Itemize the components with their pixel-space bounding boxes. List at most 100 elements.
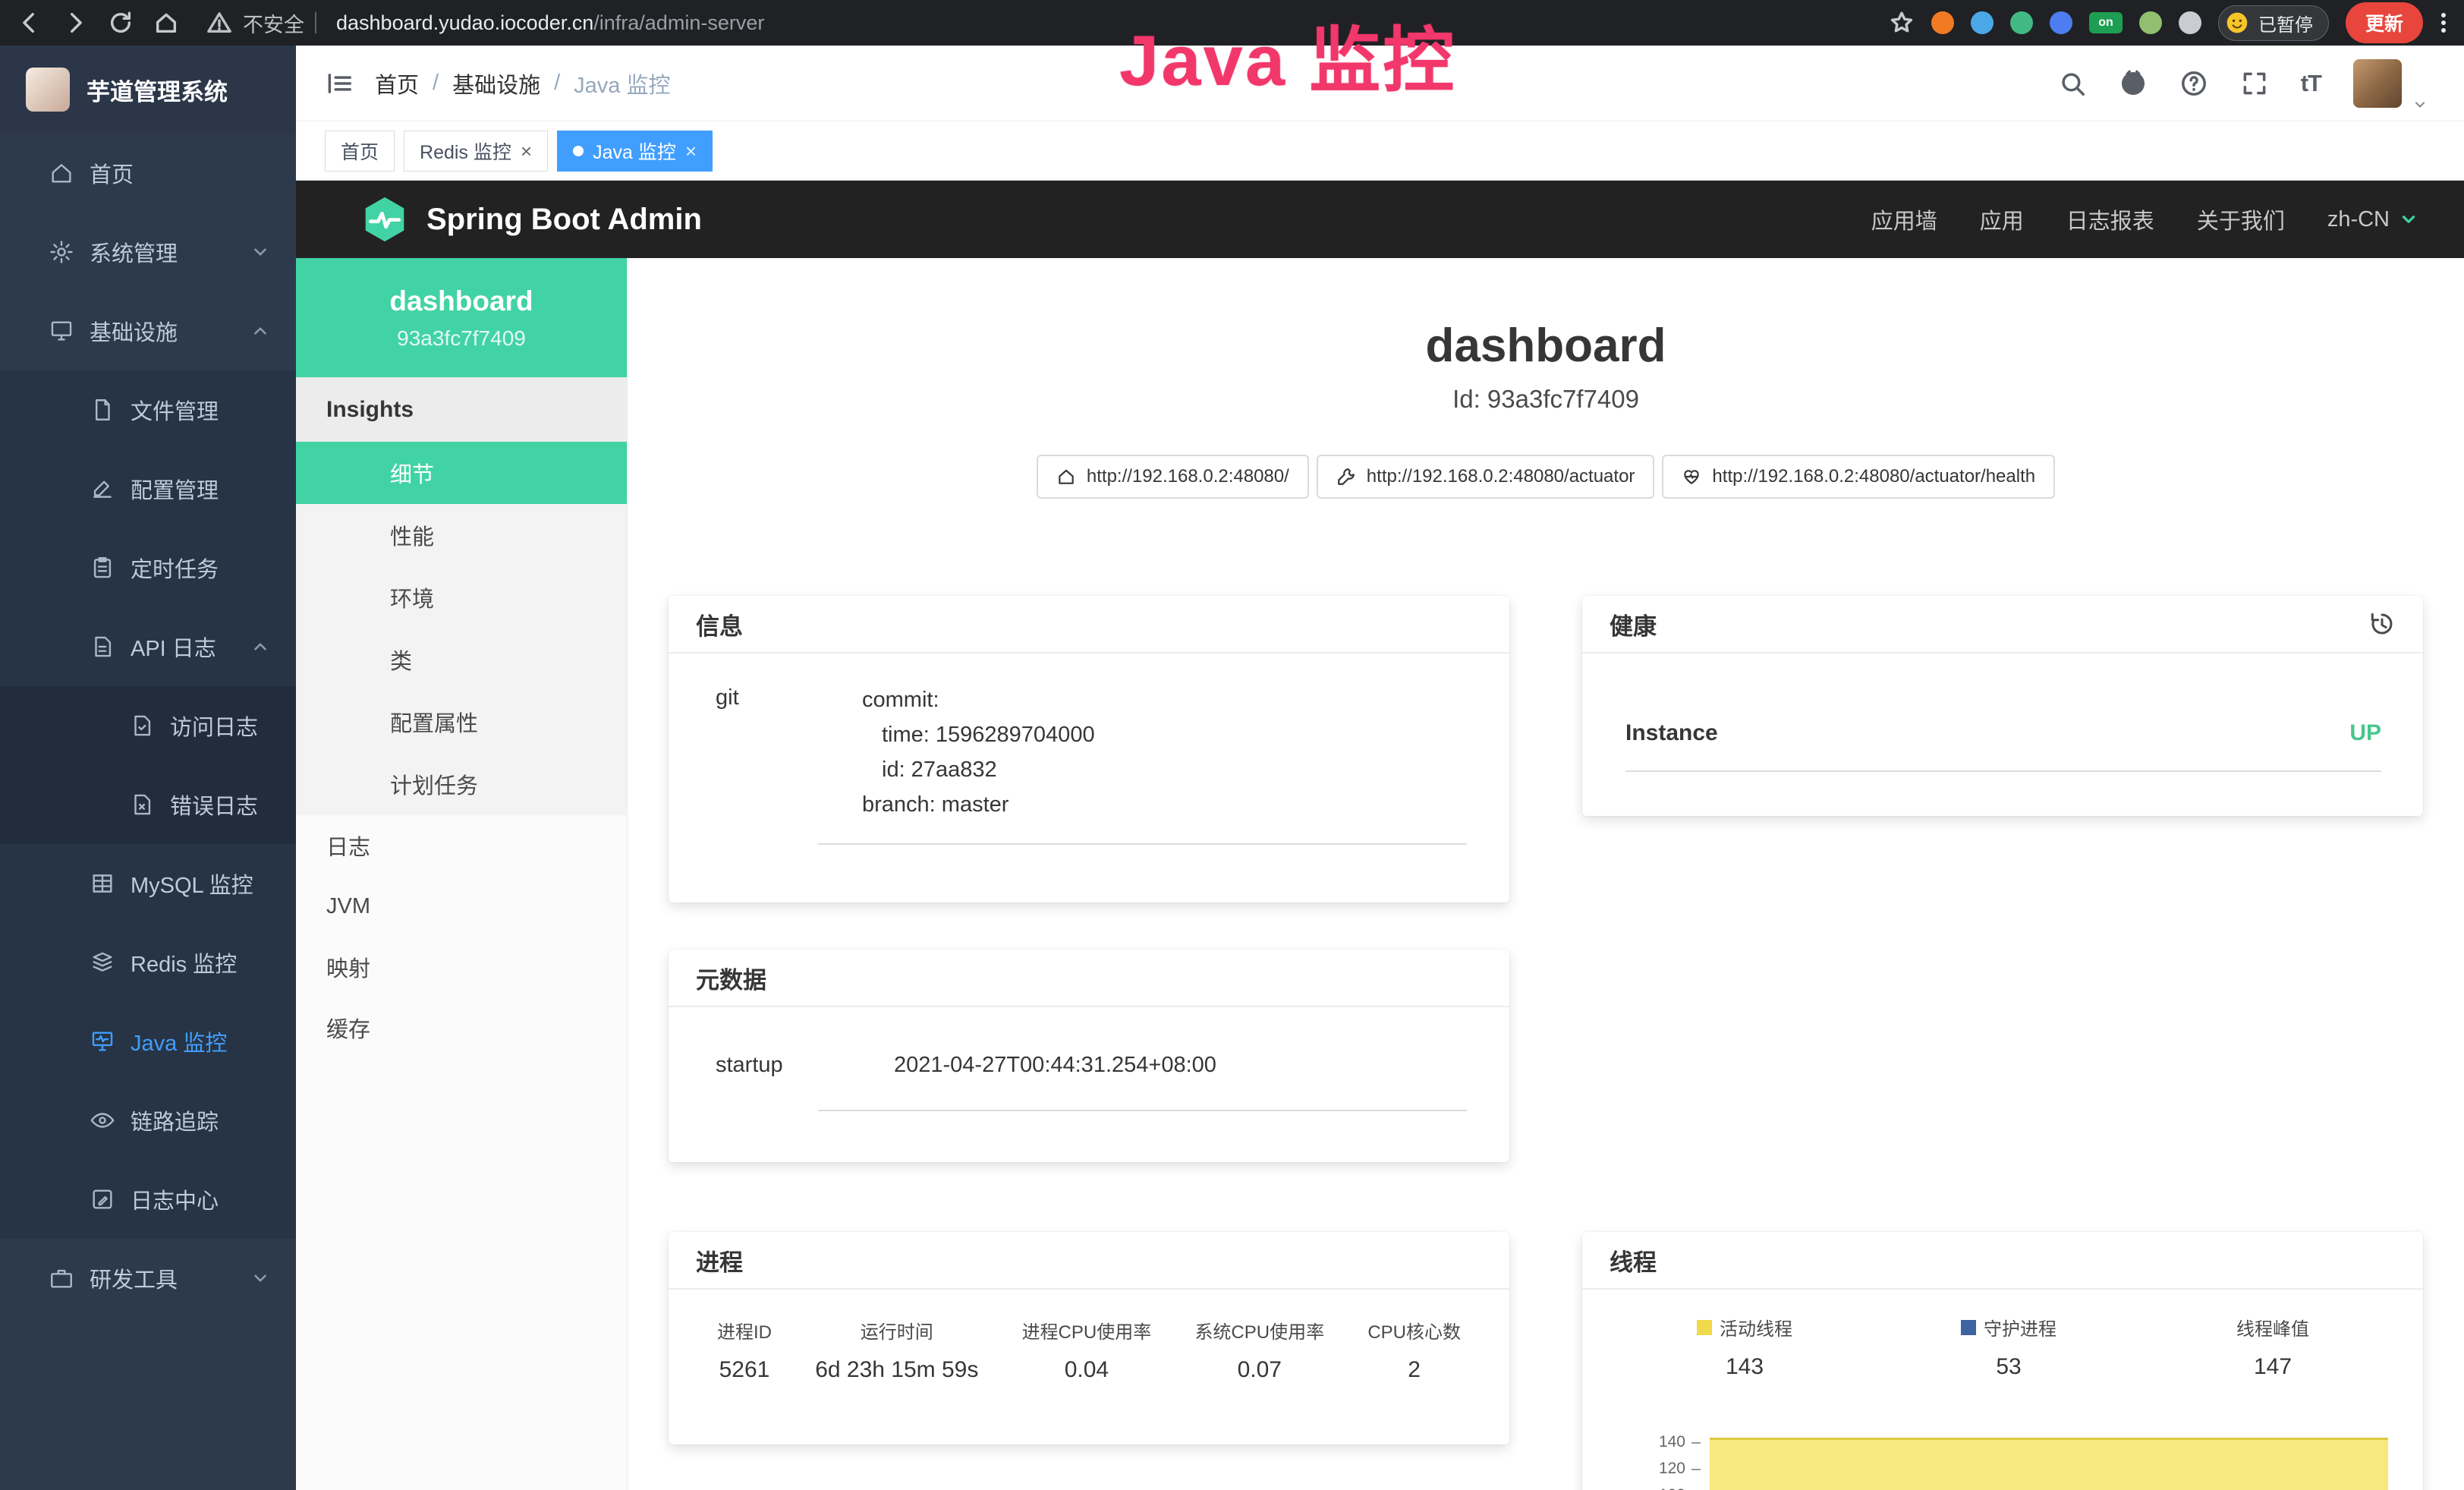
instance-menu-environment[interactable]: 环境 <box>296 566 627 628</box>
sidebar-item-mysql-monitor[interactable]: MySQL 监控 <box>0 844 296 923</box>
extension-on-badge-icon[interactable]: on <box>2089 12 2123 33</box>
instance-menu-config-props[interactable]: 配置属性 <box>296 691 627 753</box>
update-button[interactable]: 更新 <box>2346 2 2423 43</box>
extension-icon-2[interactable] <box>1971 11 1994 34</box>
legend-swatch-daemon <box>1961 1320 1976 1335</box>
sidebar-item-error-logs[interactable]: 错误日志 <box>0 765 296 844</box>
chevron-up-icon <box>250 637 270 657</box>
clipboard-icon <box>90 555 115 581</box>
instance-menu-caches[interactable]: 缓存 <box>296 997 627 1058</box>
sidebar-item-access-logs[interactable]: 访问日志 <box>0 686 296 765</box>
search-icon[interactable] <box>2058 69 2087 98</box>
instance-menu-scheduled-tasks[interactable]: 计划任务 <box>296 753 627 815</box>
security-indicator[interactable]: 不安全 <box>206 8 316 38</box>
eye-icon <box>90 1107 115 1133</box>
extension-icon-1[interactable] <box>1931 11 1954 34</box>
history-icon[interactable] <box>2368 610 2396 638</box>
browser-menu-kebab-icon[interactable] <box>2440 10 2447 36</box>
paused-badge[interactable]: 已暂停 <box>2218 5 2329 41</box>
url-path: /infra/admin-server <box>593 11 764 34</box>
back-icon[interactable] <box>17 10 42 36</box>
help-icon[interactable] <box>2179 69 2208 98</box>
extension-icon-6[interactable] <box>2179 11 2201 34</box>
instance-sidebar: dashboard 93a3fc7f7409 Insights 细节 性能 环境… <box>296 258 628 1490</box>
metadata-card: 元数据 startup 2021-04-27T00:44:31.254+08:0… <box>669 950 1509 1162</box>
info-row-label: git <box>716 682 818 845</box>
app-sidebar: 芋道管理系统 首页 系统管理 基础设施 文件管理 配置管理 定时任务 <box>0 46 296 1490</box>
sidebar-item-dev-tools[interactable]: 研发工具 <box>0 1239 296 1318</box>
sba-nav-wallboard[interactable]: 应用墙 <box>1871 203 1937 235</box>
tab-java-monitor[interactable]: Java 监控 × <box>557 131 713 172</box>
monitor-icon <box>49 318 74 344</box>
extension-icon-3[interactable] <box>2010 11 2033 34</box>
browser-home-icon[interactable] <box>153 10 179 36</box>
sidebar-item-log-center[interactable]: 日志中心 <box>0 1160 296 1239</box>
tab-redis-monitor[interactable]: Redis 监控 × <box>404 131 548 172</box>
actuator-url-link[interactable]: http://192.168.0.2:48080/actuator <box>1317 455 1655 499</box>
sba-nav-applications[interactable]: 应用 <box>1980 203 2024 235</box>
reload-icon[interactable] <box>108 10 134 36</box>
gear-icon <box>49 239 74 265</box>
sba-nav-about[interactable]: 关于我们 <box>2197 203 2285 235</box>
sidebar-item-scheduled-tasks[interactable]: 定时任务 <box>0 528 296 607</box>
health-card: 健康 Instance UP <box>1582 596 2423 816</box>
y-tick-120: 120 <box>1613 1460 1685 1478</box>
tab-home[interactable]: 首页 <box>325 131 395 172</box>
github-icon[interactable] <box>2119 69 2148 98</box>
sidebar-item-link-tracing[interactable]: 链路追踪 <box>0 1081 296 1160</box>
threads-legend: 活动线程 143 守护进程 <box>1613 1314 2405 1380</box>
instance-menu-logs[interactable]: 日志 <box>296 815 627 876</box>
y-tick-100: 100 <box>1613 1486 1685 1490</box>
breadcrumb-section[interactable]: 基础设施 <box>452 68 540 99</box>
service-url-link[interactable]: http://192.168.0.2:48080/ <box>1037 455 1309 499</box>
extension-icon-5[interactable] <box>2139 11 2162 34</box>
sidebar-item-api-logs[interactable]: API 日志 <box>0 607 296 686</box>
process-card-body: 进程ID 5261 运行时间 6d 23h 15m 59s 进程CPU使用率 0… <box>669 1290 1509 1383</box>
menu-fold-icon[interactable] <box>325 69 354 98</box>
font-size-icon[interactable]: tT <box>2301 70 2321 97</box>
info-card-title: 信息 <box>669 596 1509 654</box>
instance-menu-jvm[interactable]: JVM <box>296 876 627 937</box>
instance-id: 93a3fc7f7409 <box>397 326 526 351</box>
extension-icon-4[interactable] <box>2050 11 2072 34</box>
cpu-cores: CPU核心数 2 <box>1367 1317 1461 1383</box>
instance-header[interactable]: dashboard 93a3fc7f7409 <box>296 258 627 377</box>
sidebar-item-file-management[interactable]: 文件管理 <box>0 370 296 449</box>
sidebar-item-system-management[interactable]: 系统管理 <box>0 213 296 291</box>
page-head: dashboard Id: 93a3fc7f7409 <box>628 319 2464 414</box>
fullscreen-icon[interactable] <box>2240 69 2269 98</box>
instance-menu-performance[interactable]: 性能 <box>296 504 627 566</box>
chevron-down-icon <box>250 242 270 262</box>
tab-close-icon[interactable]: × <box>685 141 697 161</box>
home-icon <box>49 160 74 186</box>
instance-menu-mappings[interactable]: 映射 <box>296 937 627 997</box>
annotation-java-monitor: Java 监控 <box>1119 3 1456 106</box>
sidebar-item-redis-monitor[interactable]: Redis 监控 <box>0 923 296 1002</box>
logo-image <box>26 68 70 112</box>
address-bar[interactable]: dashboard.yudao.iocoder.cn/infra/admin-s… <box>336 11 764 35</box>
header-actions: tT <box>2058 55 2428 112</box>
instance-menu-classes[interactable]: 类 <box>296 628 627 691</box>
sidebar-item-java-monitor[interactable]: Java 监控 <box>0 1002 296 1081</box>
breadcrumb-home[interactable]: 首页 <box>375 68 419 99</box>
sba-nav-journal[interactable]: 日志报表 <box>2066 203 2154 235</box>
forward-icon[interactable] <box>62 10 88 36</box>
sidebar-item-infrastructure[interactable]: 基础设施 <box>0 291 296 370</box>
paused-label: 已暂停 <box>2258 10 2313 36</box>
info-row-value: commit: time: 1596289704000 id: 27aa832 … <box>818 682 1467 845</box>
app-logo[interactable]: 芋道管理系统 <box>0 46 296 134</box>
layers-icon <box>90 950 115 975</box>
locale-select[interactable]: zh-CN <box>2327 207 2418 232</box>
sidebar-item-config-management[interactable]: 配置管理 <box>0 449 296 528</box>
user-avatar[interactable] <box>2353 59 2402 108</box>
tab-close-icon[interactable]: × <box>521 141 532 161</box>
app-title: 芋道管理系统 <box>87 73 228 107</box>
sidebar-item-home[interactable]: 首页 <box>0 134 296 213</box>
cards-left-column: 信息 git commit: time: 1596289704000 id: 2… <box>669 596 1509 1444</box>
insights-section-header[interactable]: Insights <box>296 377 627 442</box>
bookmark-star-icon[interactable] <box>1889 10 1915 36</box>
instance-menu-details[interactable]: 细节 <box>296 442 627 504</box>
info-card-body: git commit: time: 1596289704000 id: 27aa… <box>669 654 1509 845</box>
java-monitor-icon <box>90 1029 115 1054</box>
health-url-link[interactable]: http://192.168.0.2:48080/actuator/health <box>1662 455 2055 499</box>
